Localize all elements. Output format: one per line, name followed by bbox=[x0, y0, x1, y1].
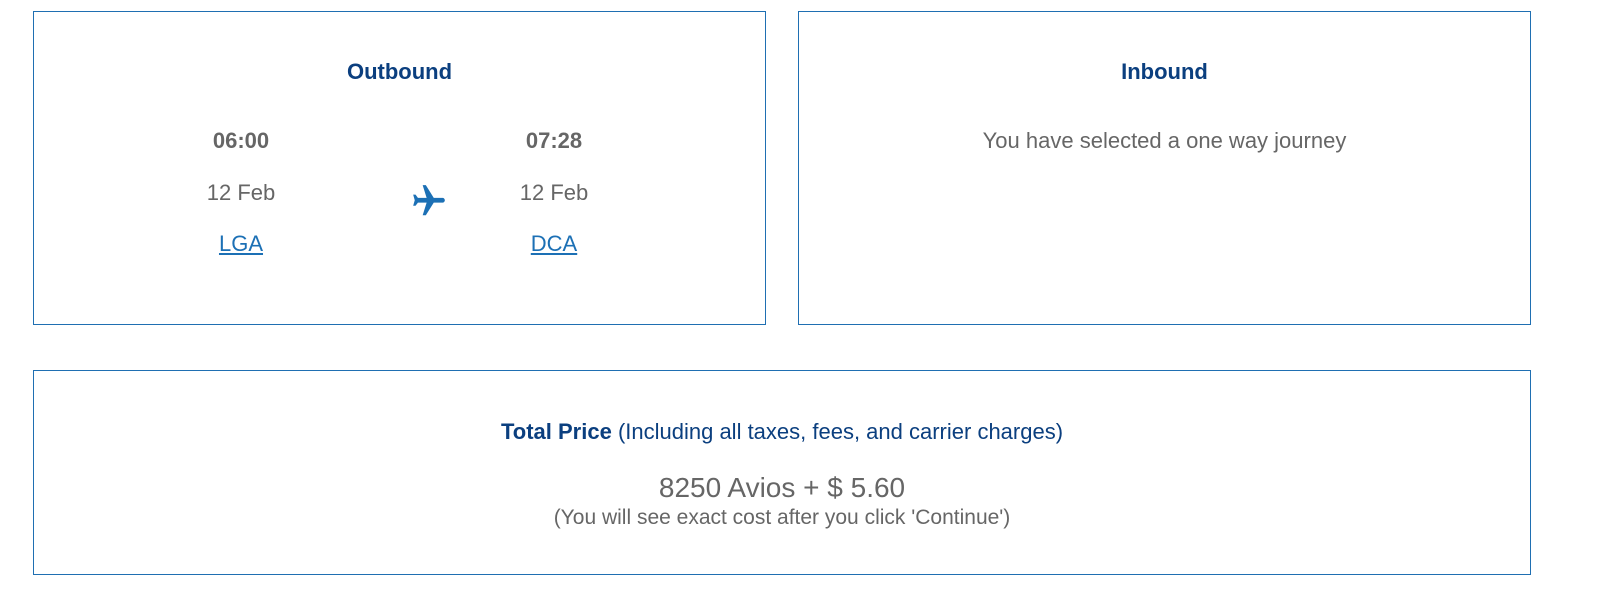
arrival-airport-link[interactable]: DCA bbox=[531, 231, 577, 257]
total-price-panel: Total Price (Including all taxes, fees, … bbox=[33, 370, 1531, 575]
departure-info: 06:00 12 Feb LGA bbox=[161, 127, 321, 257]
inbound-panel: Inbound You have selected a one way jour… bbox=[798, 11, 1531, 325]
total-price-heading: Total Price (Including all taxes, fees, … bbox=[34, 418, 1530, 446]
departure-date: 12 Feb bbox=[206, 180, 276, 205]
inbound-title: Inbound bbox=[1121, 59, 1208, 84]
arrival-date: 12 Feb bbox=[519, 180, 589, 205]
outbound-title: Outbound bbox=[346, 59, 453, 84]
plane-icon bbox=[413, 185, 445, 216]
total-price-qualifier: (Including all taxes, fees, and carrier … bbox=[617, 419, 1064, 444]
price-amount: 8250 Avios + $ 5.60 bbox=[658, 472, 906, 503]
arrival-info: 07:28 12 Feb DCA bbox=[474, 127, 634, 257]
price-note: (You will see exact cost after you click… bbox=[553, 506, 1011, 529]
departure-time: 06:00 bbox=[212, 128, 270, 153]
departure-airport-link[interactable]: LGA bbox=[219, 231, 263, 257]
one-way-message: You have selected a one way journey bbox=[982, 128, 1347, 153]
arrival-time: 07:28 bbox=[525, 128, 583, 153]
total-price-label: Total Price bbox=[500, 419, 612, 444]
outbound-panel: Outbound 06:00 12 Feb LGA 07:28 12 Feb D… bbox=[33, 11, 766, 325]
